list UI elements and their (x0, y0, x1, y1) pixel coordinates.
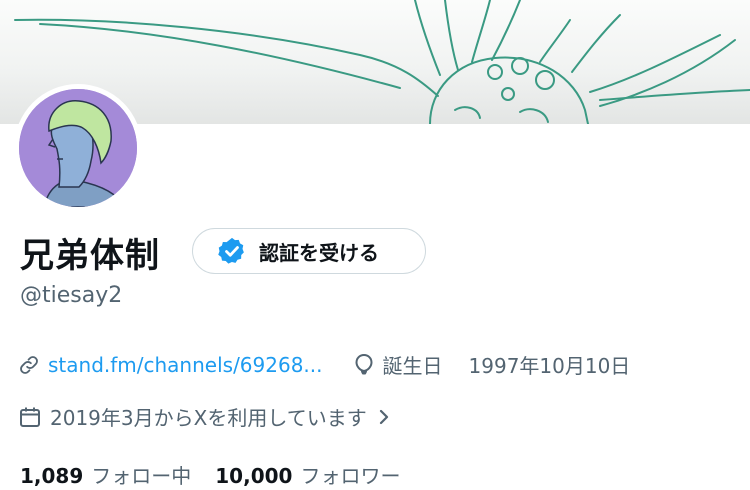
get-verified-button[interactable]: 認証を受ける (192, 228, 426, 274)
following-label: フォロー中 (91, 464, 192, 488)
profile-website-link[interactable]: stand.fm/channels/69268... (48, 353, 323, 377)
user-handle: @tiesay2 (20, 283, 123, 308)
display-name: 兄弟体制 (20, 236, 160, 276)
calendar-icon (18, 405, 42, 429)
followers-count: 10,000 (215, 464, 293, 488)
chevron-right-icon (377, 408, 391, 426)
joined-row[interactable]: 2019年3月からXを利用しています (18, 402, 391, 431)
following-link[interactable]: 1,089 フォロー中 (20, 460, 191, 489)
avatar[interactable] (14, 84, 142, 212)
followers-link[interactable]: 10,000 フォロワー (215, 460, 400, 489)
profile-meta-row: stand.fm/channels/69268... 誕生日 1997年10月1… (18, 350, 630, 379)
balloon-icon (353, 353, 375, 377)
following-count: 1,089 (20, 464, 84, 488)
verified-badge-icon (217, 236, 247, 266)
link-icon (18, 354, 40, 376)
follow-stats: 1,089 フォロー中 10,000 フォロワー (20, 460, 400, 489)
followers-label: フォロワー (300, 464, 401, 488)
birthday-value: 1997年10月10日 (468, 354, 631, 378)
birthday-label: 誕生日 (382, 354, 443, 378)
joined-date-text: 2019年3月からXを利用しています (50, 406, 367, 430)
get-verified-label: 認証を受ける (259, 240, 379, 265)
avatar-portrait-icon (19, 89, 137, 207)
